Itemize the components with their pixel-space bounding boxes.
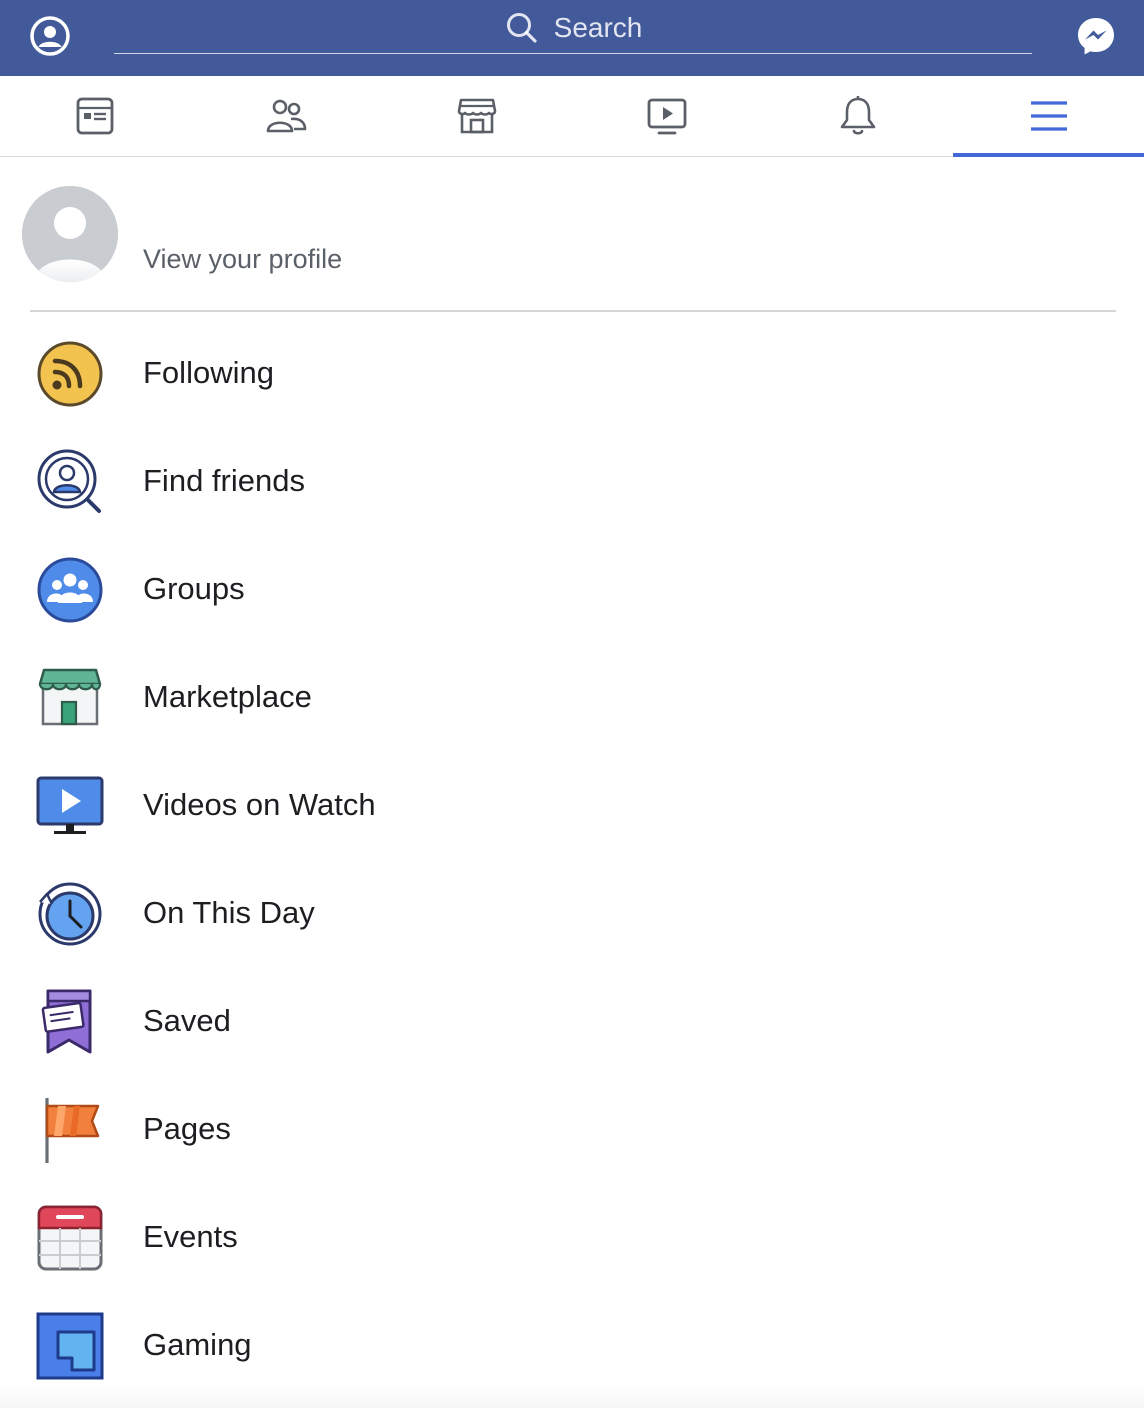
flag-icon bbox=[45, 1098, 100, 1163]
view-profile-label: View your profile bbox=[143, 244, 343, 274]
top-bar: Search bbox=[0, 0, 1144, 76]
news-feed-icon bbox=[76, 97, 114, 135]
tab-marketplace[interactable] bbox=[381, 76, 572, 156]
menu-item-label: Saved bbox=[143, 1003, 231, 1038]
menu-item-label: Marketplace bbox=[143, 679, 312, 714]
default-avatar-icon bbox=[22, 186, 118, 282]
menu-item-videos-on-watch[interactable]: Videos on Watch bbox=[0, 752, 1144, 860]
tab-news-feed[interactable] bbox=[0, 76, 191, 156]
avatar bbox=[22, 186, 118, 282]
bell-icon bbox=[840, 96, 876, 135]
menu-item-following[interactable]: Following bbox=[0, 320, 1144, 428]
menu-item-label: Following bbox=[143, 355, 274, 390]
groups-icon bbox=[37, 557, 103, 623]
tab-notifications[interactable] bbox=[763, 76, 954, 156]
friends-icon bbox=[266, 99, 307, 133]
menu-item-pages[interactable]: Pages bbox=[0, 1076, 1144, 1184]
hamburger-icon bbox=[1030, 101, 1067, 131]
video-icon bbox=[647, 98, 687, 135]
user-circle-icon[interactable] bbox=[26, 12, 74, 60]
rss-icon bbox=[37, 341, 103, 407]
gaming-icon bbox=[36, 1312, 104, 1380]
menu-item-label: Gaming bbox=[143, 1327, 252, 1362]
menu-item-saved[interactable]: Saved bbox=[0, 968, 1144, 1076]
divider bbox=[30, 310, 1116, 312]
saved-bookmark-icon bbox=[41, 989, 92, 1054]
menu-item-label: On This Day bbox=[143, 895, 315, 930]
calendar-icon bbox=[37, 1205, 103, 1271]
store-icon bbox=[457, 98, 496, 134]
menu-item-find-friends[interactable]: Find friends bbox=[0, 428, 1144, 536]
search-placeholder: Search bbox=[553, 11, 643, 43]
menu-item-label: Videos on Watch bbox=[143, 787, 376, 822]
menu-item-label: Groups bbox=[143, 571, 245, 606]
watch-video-icon bbox=[36, 776, 104, 834]
menu-item-label: Find friends bbox=[143, 463, 305, 498]
tab-watch[interactable] bbox=[572, 76, 763, 156]
menu-item-on-this-day[interactable]: On This Day bbox=[0, 860, 1144, 968]
marketplace-icon bbox=[38, 668, 102, 726]
search-icon bbox=[506, 12, 537, 43]
view-profile-row[interactable]: View your profile bbox=[0, 158, 1144, 312]
menu-item-marketplace[interactable]: Marketplace bbox=[0, 644, 1144, 752]
menu-list: Following Find friends Groups Marketplac… bbox=[0, 320, 1144, 1400]
menu-item-events[interactable]: Events bbox=[0, 1184, 1144, 1292]
tab-bar bbox=[0, 76, 1144, 157]
search-bar[interactable]: Search bbox=[114, 8, 1032, 54]
menu-item-label: Events bbox=[143, 1219, 238, 1254]
memories-clock-icon bbox=[38, 882, 102, 946]
bottom-fade bbox=[0, 1380, 1144, 1408]
tab-friends[interactable] bbox=[191, 76, 382, 156]
menu-item-groups[interactable]: Groups bbox=[0, 536, 1144, 644]
messenger-icon[interactable] bbox=[1072, 12, 1120, 60]
tab-menu[interactable] bbox=[953, 76, 1144, 157]
find-friends-icon bbox=[37, 449, 101, 513]
menu-item-label: Pages bbox=[143, 1111, 231, 1146]
